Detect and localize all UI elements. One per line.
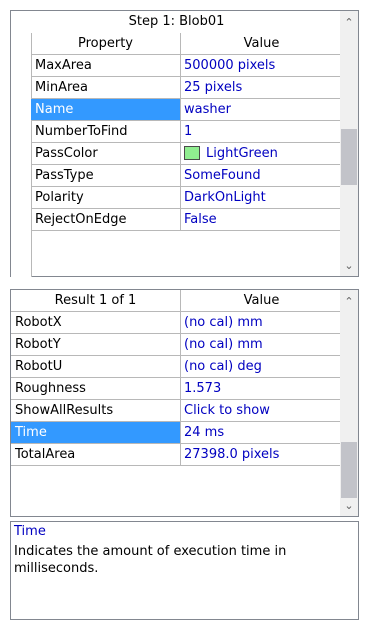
value-column-header[interactable]: Value	[181, 290, 342, 312]
property-value[interactable]: 25 pixels	[181, 77, 342, 99]
grid-row-showallresults[interactable]: ShowAllResults Click to show	[11, 400, 342, 422]
grid-row-robotx[interactable]: RobotX (no cal) mm	[11, 312, 342, 334]
properties-scrollbar[interactable]: ⌃ ⌄	[340, 11, 358, 276]
grid-row-name[interactable]: Name washer	[31, 99, 342, 121]
grid-row-robotu[interactable]: RobotU (no cal) deg	[11, 356, 342, 378]
results-grid: Result 1 of 1 Value RobotX (no cal) mm Rob…	[10, 289, 359, 517]
results-scrollbar[interactable]: ⌃ ⌄	[340, 290, 358, 516]
property-name[interactable]: RobotX	[11, 312, 181, 334]
property-name[interactable]: MaxArea	[31, 55, 181, 77]
grid-row-totalarea[interactable]: TotalArea 27398.0 pixels	[11, 444, 342, 466]
grid-row-empty	[31, 231, 342, 253]
scroll-up-icon[interactable]: ⌃	[340, 292, 358, 310]
property-value[interactable]: SomeFound	[181, 165, 342, 187]
scroll-down-icon[interactable]: ⌄	[340, 256, 358, 274]
property-name[interactable]: PassColor	[31, 143, 181, 165]
property-value[interactable]: 24 ms	[181, 422, 342, 444]
scroll-down-icon[interactable]: ⌄	[340, 496, 358, 514]
scroll-up-icon[interactable]: ⌃	[340, 13, 358, 31]
property-name[interactable]: RobotY	[11, 334, 181, 356]
property-name[interactable]: Time	[11, 422, 181, 444]
description-text: Indicates the amount of execution time i…	[14, 544, 287, 576]
gutter	[11, 33, 32, 277]
properties-grid: Step 1: Blob01 Property Value MaxArea 500…	[10, 10, 359, 277]
scroll-thumb[interactable]	[341, 129, 357, 185]
property-name[interactable]: RobotU	[11, 356, 181, 378]
grid-row-numbertofind[interactable]: NumberToFind 1	[31, 121, 342, 143]
property-value[interactable]: 500000 pixels	[181, 55, 342, 77]
grid-header: Property Value	[31, 33, 342, 55]
property-value[interactable]: (no cal) mm	[181, 312, 342, 334]
property-value-text: LightGreen	[206, 146, 278, 161]
property-value[interactable]: 27398.0 pixels	[181, 444, 342, 466]
description-panel: Time Indicates the amount of execution t…	[10, 521, 359, 620]
grid-row-rejectonedge[interactable]: RejectOnEdge False	[31, 209, 342, 231]
grid-row-time[interactable]: Time 24 ms	[11, 422, 342, 444]
property-value[interactable]: DarkOnLight	[181, 187, 342, 209]
grid-row-passtype[interactable]: PassType SomeFound	[31, 165, 342, 187]
property-name[interactable]: NumberToFind	[31, 121, 181, 143]
step-title: Step 1: Blob01	[128, 14, 225, 29]
color-swatch-icon	[184, 145, 200, 160]
property-value[interactable]: 1	[181, 121, 342, 143]
description-title: Time	[14, 524, 46, 539]
property-name[interactable]: Name	[31, 99, 181, 121]
property-value[interactable]: Click to show	[181, 400, 342, 422]
grid-row-roboty[interactable]: RobotY (no cal) mm	[11, 334, 342, 356]
grid-row-polarity[interactable]: Polarity DarkOnLight	[31, 187, 342, 209]
property-column-header[interactable]: Property	[31, 33, 181, 55]
property-value[interactable]: washer	[181, 99, 342, 121]
property-name[interactable]: MinArea	[31, 77, 181, 99]
grid-row-roughness[interactable]: Roughness 1.573	[11, 378, 342, 400]
property-name[interactable]: Polarity	[31, 187, 181, 209]
property-value[interactable]: LightGreen	[181, 143, 342, 165]
scroll-thumb[interactable]	[341, 442, 357, 498]
grid-row-passcolor[interactable]: PassColor LightGreen	[31, 143, 342, 165]
grid-row-minarea[interactable]: MinArea 25 pixels	[31, 77, 342, 99]
result-column-header[interactable]: Result 1 of 1	[11, 290, 181, 312]
property-name[interactable]: TotalArea	[11, 444, 181, 466]
property-value[interactable]: False	[181, 209, 342, 231]
property-value[interactable]: (no cal) deg	[181, 356, 342, 378]
property-value[interactable]: 1.573	[181, 378, 342, 400]
grid-row-maxarea[interactable]: MaxArea 500000 pixels	[31, 55, 342, 77]
property-name[interactable]: RejectOnEdge	[31, 209, 181, 231]
property-name[interactable]: ShowAllResults	[11, 400, 181, 422]
property-value[interactable]: (no cal) mm	[181, 334, 342, 356]
property-name[interactable]: Roughness	[11, 378, 181, 400]
results-header: Result 1 of 1 Value	[11, 290, 342, 312]
value-column-header[interactable]: Value	[181, 33, 342, 55]
property-name[interactable]: PassType	[31, 165, 181, 187]
